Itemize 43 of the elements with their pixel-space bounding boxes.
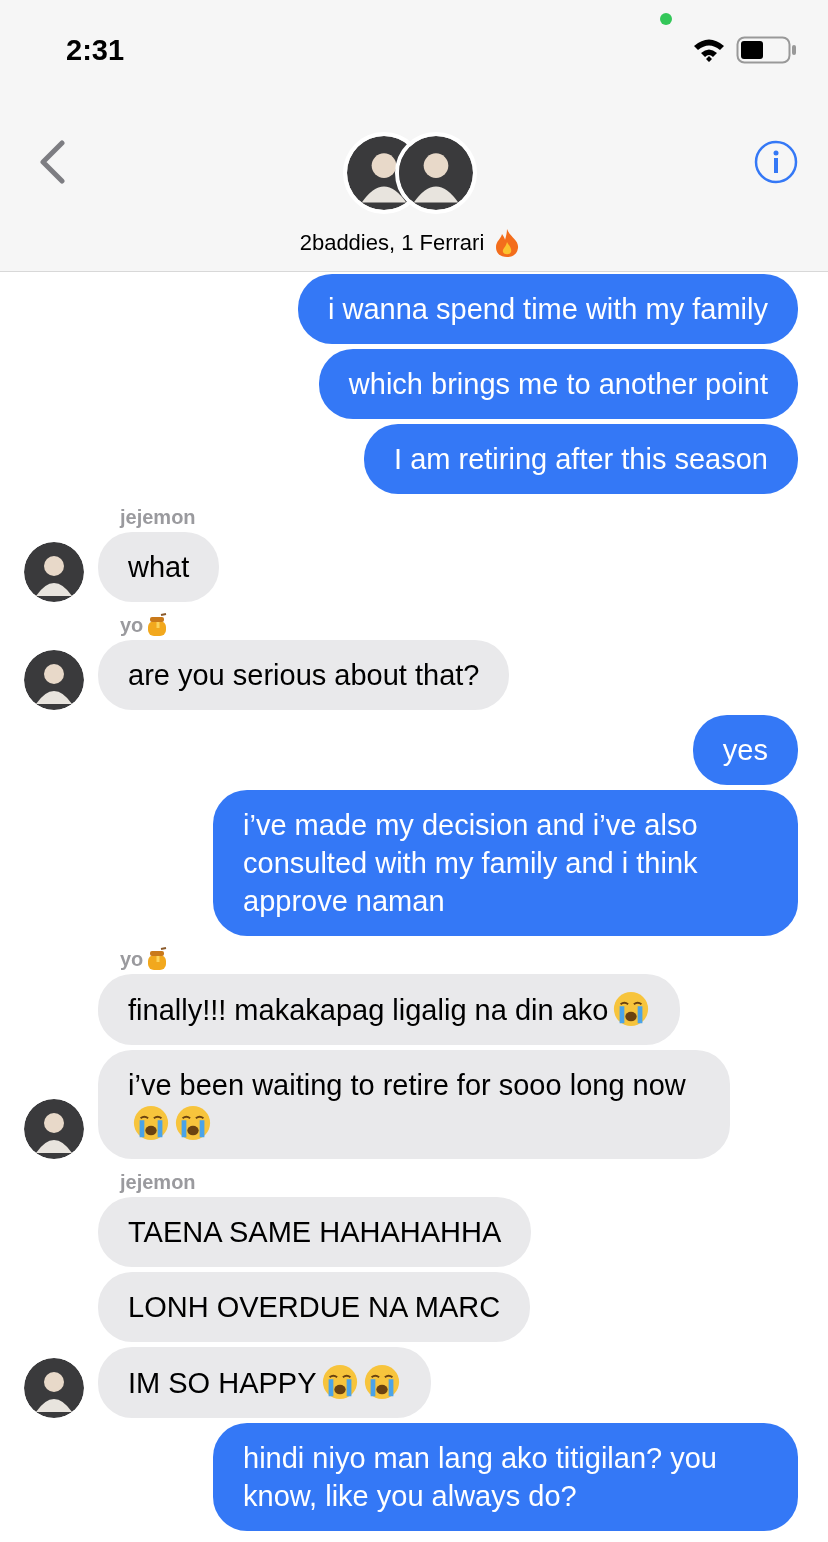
- received-bubble[interactable]: TAENA SAME HAHAHAHHA: [98, 1197, 532, 1267]
- sent-bubble[interactable]: i’ve made my decision and i’ve also consulted with my family and i think approve naman: [213, 790, 798, 936]
- battery-icon: [736, 36, 798, 64]
- message-text: i’ve been waiting to retire for sooo long now: [128, 1069, 686, 1101]
- info-icon[interactable]: [754, 140, 798, 184]
- received-bubble[interactable]: i’ve been waiting to retire for sooo long now: [98, 1050, 730, 1159]
- message-text: I am retiring after this season: [394, 443, 768, 475]
- crying-face-icon: [362, 1363, 401, 1401]
- sender-name: jejemon: [120, 1170, 196, 1194]
- received-bubble[interactable]: finally!!! makakapag ligalig na din ako: [98, 974, 681, 1045]
- message-text: finally!!! makakapag ligalig na din ako: [128, 994, 609, 1026]
- sender-name: yo: [120, 947, 144, 971]
- received-bubble[interactable]: are you serious about that?: [98, 640, 510, 710]
- sent-bubble[interactable]: yes: [692, 715, 798, 785]
- message-text: are you serious about that?: [128, 659, 480, 691]
- message-text: hindi niyo man lang ako titigilan? you know, like you always do?: [243, 1442, 717, 1512]
- sent-bubble[interactable]: i wanna spend time with my family: [298, 274, 798, 344]
- message-text: i wanna spend time with my family: [328, 293, 768, 325]
- flame-icon: [494, 228, 521, 258]
- back-icon[interactable]: [38, 140, 66, 184]
- sent-bubble[interactable]: which brings me to another point: [318, 349, 798, 419]
- message-text: i’ve made my decision and i’ve also consulted with my family and i think approve naman: [243, 809, 698, 917]
- sender-name: yo: [120, 613, 144, 637]
- crying-face-icon: [320, 1363, 359, 1401]
- message-text: TAENA SAME HAHAHAHHA: [128, 1216, 502, 1248]
- message-text: IM SO HAPPY: [128, 1367, 317, 1399]
- status-dot-icon: [660, 13, 672, 25]
- sent-bubble[interactable]: I am retiring after this season: [364, 424, 798, 494]
- conversation-title[interactable]: 2baddies, 1 Ferrari: [299, 230, 485, 256]
- message-text: which brings me to another point: [348, 368, 768, 400]
- sender-name: jejemon: [120, 505, 196, 529]
- crying-face-icon: [132, 1104, 170, 1142]
- crying-face-icon: [174, 1104, 212, 1142]
- sent-bubble[interactable]: hindi niyo man lang ako titigilan? you know, like you always do?: [213, 1423, 798, 1531]
- received-bubble[interactable]: IM SO HAPPY: [98, 1347, 431, 1418]
- status-time: 2:31: [66, 33, 125, 67]
- crying-face-icon: [612, 990, 651, 1028]
- message-text: what: [128, 551, 190, 583]
- wifi-icon: [692, 37, 726, 63]
- received-bubble[interactable]: LONH OVERDUE NA MARC: [98, 1272, 531, 1342]
- message-text: LONH OVERDUE NA MARC: [128, 1291, 501, 1323]
- received-bubble[interactable]: what: [98, 532, 220, 602]
- message-text: yes: [722, 734, 768, 766]
